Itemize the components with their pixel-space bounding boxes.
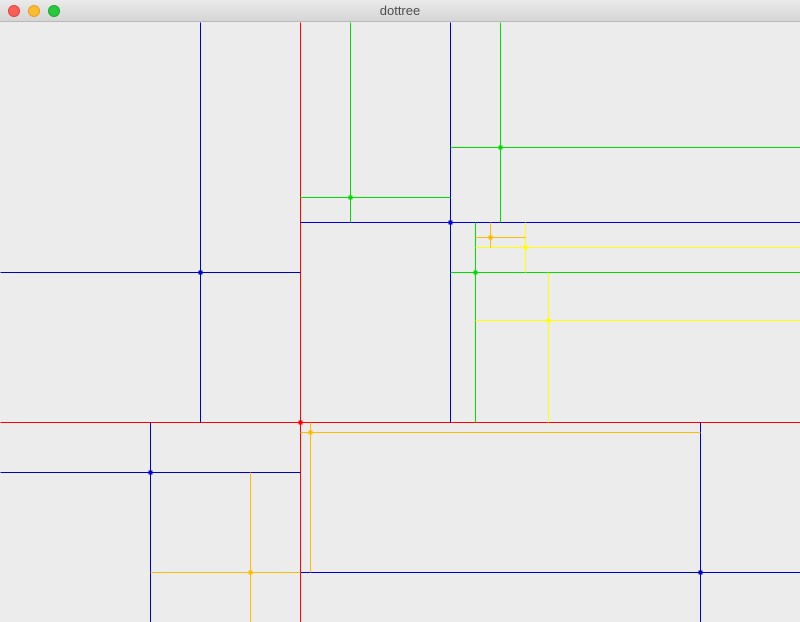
blue-point-marker xyxy=(698,570,703,575)
yellow-point-marker xyxy=(523,245,528,250)
window-title: dottree xyxy=(379,3,421,18)
green-point-marker xyxy=(348,195,353,200)
green-point-marker xyxy=(473,270,478,275)
zoom-button[interactable] xyxy=(48,5,60,17)
minimize-button[interactable] xyxy=(28,5,40,17)
blue-point-marker xyxy=(198,270,203,275)
orange-point-marker xyxy=(488,235,493,240)
blue-point-marker xyxy=(148,470,153,475)
green-point-marker xyxy=(498,145,503,150)
close-button[interactable] xyxy=(8,5,20,17)
yellow-point-marker xyxy=(546,318,551,323)
app-window: dottree xyxy=(0,0,800,622)
orange-point-marker xyxy=(248,570,253,575)
red-point-marker xyxy=(298,420,303,425)
orange-point-marker xyxy=(308,430,313,435)
drawing-canvas[interactable] xyxy=(0,22,800,622)
title-bar[interactable]: dottree xyxy=(0,0,800,22)
blue-point-marker xyxy=(448,220,453,225)
quadtree-drawing xyxy=(0,22,800,622)
